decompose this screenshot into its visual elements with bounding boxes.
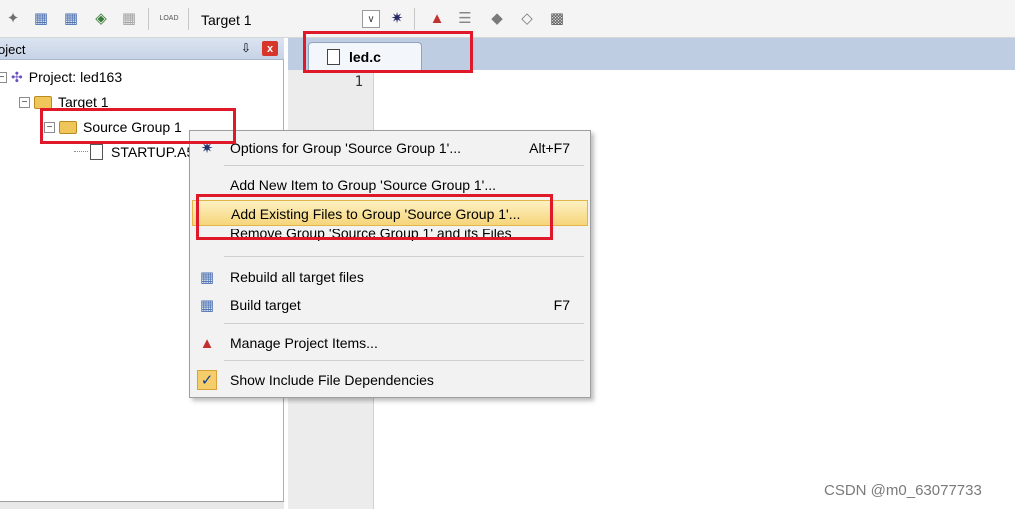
annotation-highlight-group [40, 108, 236, 144]
pack-installer-icon[interactable]: ▩ [548, 10, 566, 28]
toolbar-separator [188, 8, 189, 30]
target-options-icon[interactable]: ✷ [388, 10, 406, 28]
tree-item-file[interactable]: STARTUP.A5 [90, 142, 194, 162]
toolbar-separator [148, 8, 149, 30]
tree-connector [74, 151, 88, 152]
chevron-down-icon: ∨ [367, 13, 375, 25]
target-select-label[interactable]: Target 1 [201, 12, 252, 28]
menu-item-manage-project-items[interactable]: ▲ Manage Project Items... [192, 330, 588, 356]
tree-item-file-label: STARTUP.A5 [111, 144, 195, 160]
close-icon: x [266, 42, 274, 55]
menu-item-label: Build target [230, 297, 301, 313]
close-panel-button[interactable]: x [262, 41, 278, 56]
rebuild-icon: ▦ [199, 269, 215, 286]
menu-separator [224, 256, 584, 257]
file-extensions-icon[interactable]: ☰ [456, 10, 474, 28]
file-icon [90, 144, 103, 160]
stack-layers-icon[interactable]: ◈ [92, 10, 110, 28]
menu-item-label: Rebuild all target files [230, 269, 364, 285]
project-panel-header: oject ⇩ x [0, 38, 284, 60]
toolbar-separator [414, 8, 415, 30]
menu-item-label: Manage Project Items... [230, 335, 378, 351]
line-number: 1 [354, 74, 363, 90]
gem-icon[interactable]: ◇ [518, 10, 536, 28]
load-icon-text: LOAD [159, 15, 179, 22]
target-dropdown-button[interactable]: ∨ [362, 10, 380, 28]
diamond-icon[interactable]: ◆ [488, 10, 506, 28]
annotation-highlight-menu-item [196, 194, 553, 240]
toolbar: ✦ ▦ ▦ ◈ ▦ LOAD Target 1 ∨ ✷ ▲ ☰ ◆ ◇ ▩ [0, 0, 1015, 38]
batch-build-icon[interactable]: ✦ [4, 10, 22, 28]
annotation-highlight-tab [303, 31, 473, 73]
build-icon: ▦ [199, 297, 215, 314]
checkmark-icon: ✓ [197, 370, 217, 390]
manage-items-icon: ▲ [199, 334, 215, 352]
menu-item-show-include-deps[interactable]: ✓ Show Include File Dependencies [192, 367, 588, 393]
menu-item-build-target[interactable]: ▦ Build target F7 [192, 292, 588, 318]
watermark: CSDN @m0_63077733 [824, 482, 982, 499]
menu-separator [224, 323, 584, 324]
menu-separator [224, 360, 584, 361]
build-toolbar-icon[interactable]: ▦ [62, 10, 80, 28]
tree-item-project-label: Project: led163 [28, 69, 123, 85]
menu-item-shortcut: F7 [553, 297, 570, 313]
menu-item-rebuild-all[interactable]: ▦ Rebuild all target files [192, 264, 588, 290]
load-icon[interactable]: LOAD [159, 10, 179, 28]
menu-separator [224, 165, 584, 166]
manage-components-icon[interactable]: ▲ [428, 10, 446, 28]
context-menu: ✷ Options for Group 'Source Group 1'... … [189, 130, 591, 398]
translate-icon[interactable]: ▦ [120, 10, 138, 28]
target-folder-icon [34, 95, 52, 109]
panel-bottom-tabs[interactable] [0, 501, 284, 509]
menu-item-shortcut: Alt+F7 [529, 140, 570, 156]
menu-item-options-for-group[interactable]: ✷ Options for Group 'Source Group 1'... … [192, 135, 588, 161]
project-panel-title: oject [0, 42, 26, 57]
project-icon: ✣ [11, 68, 23, 85]
menu-item-label: Options for Group 'Source Group 1'... [230, 140, 462, 156]
menu-item-label: Add New Item to Group 'Source Group 1'..… [230, 177, 497, 193]
pin-icon[interactable]: ⇩ [241, 41, 251, 55]
menu-item-label: Show Include File Dependencies [230, 372, 434, 388]
collapse-icon[interactable]: − [0, 71, 7, 83]
tree-item-project[interactable]: − ✣ Project: led163 [0, 67, 122, 87]
collapse-icon[interactable]: − [19, 96, 30, 108]
checkmark-slot: ✓ [192, 367, 222, 393]
rebuild-toolbar-icon[interactable]: ▦ [32, 10, 50, 28]
